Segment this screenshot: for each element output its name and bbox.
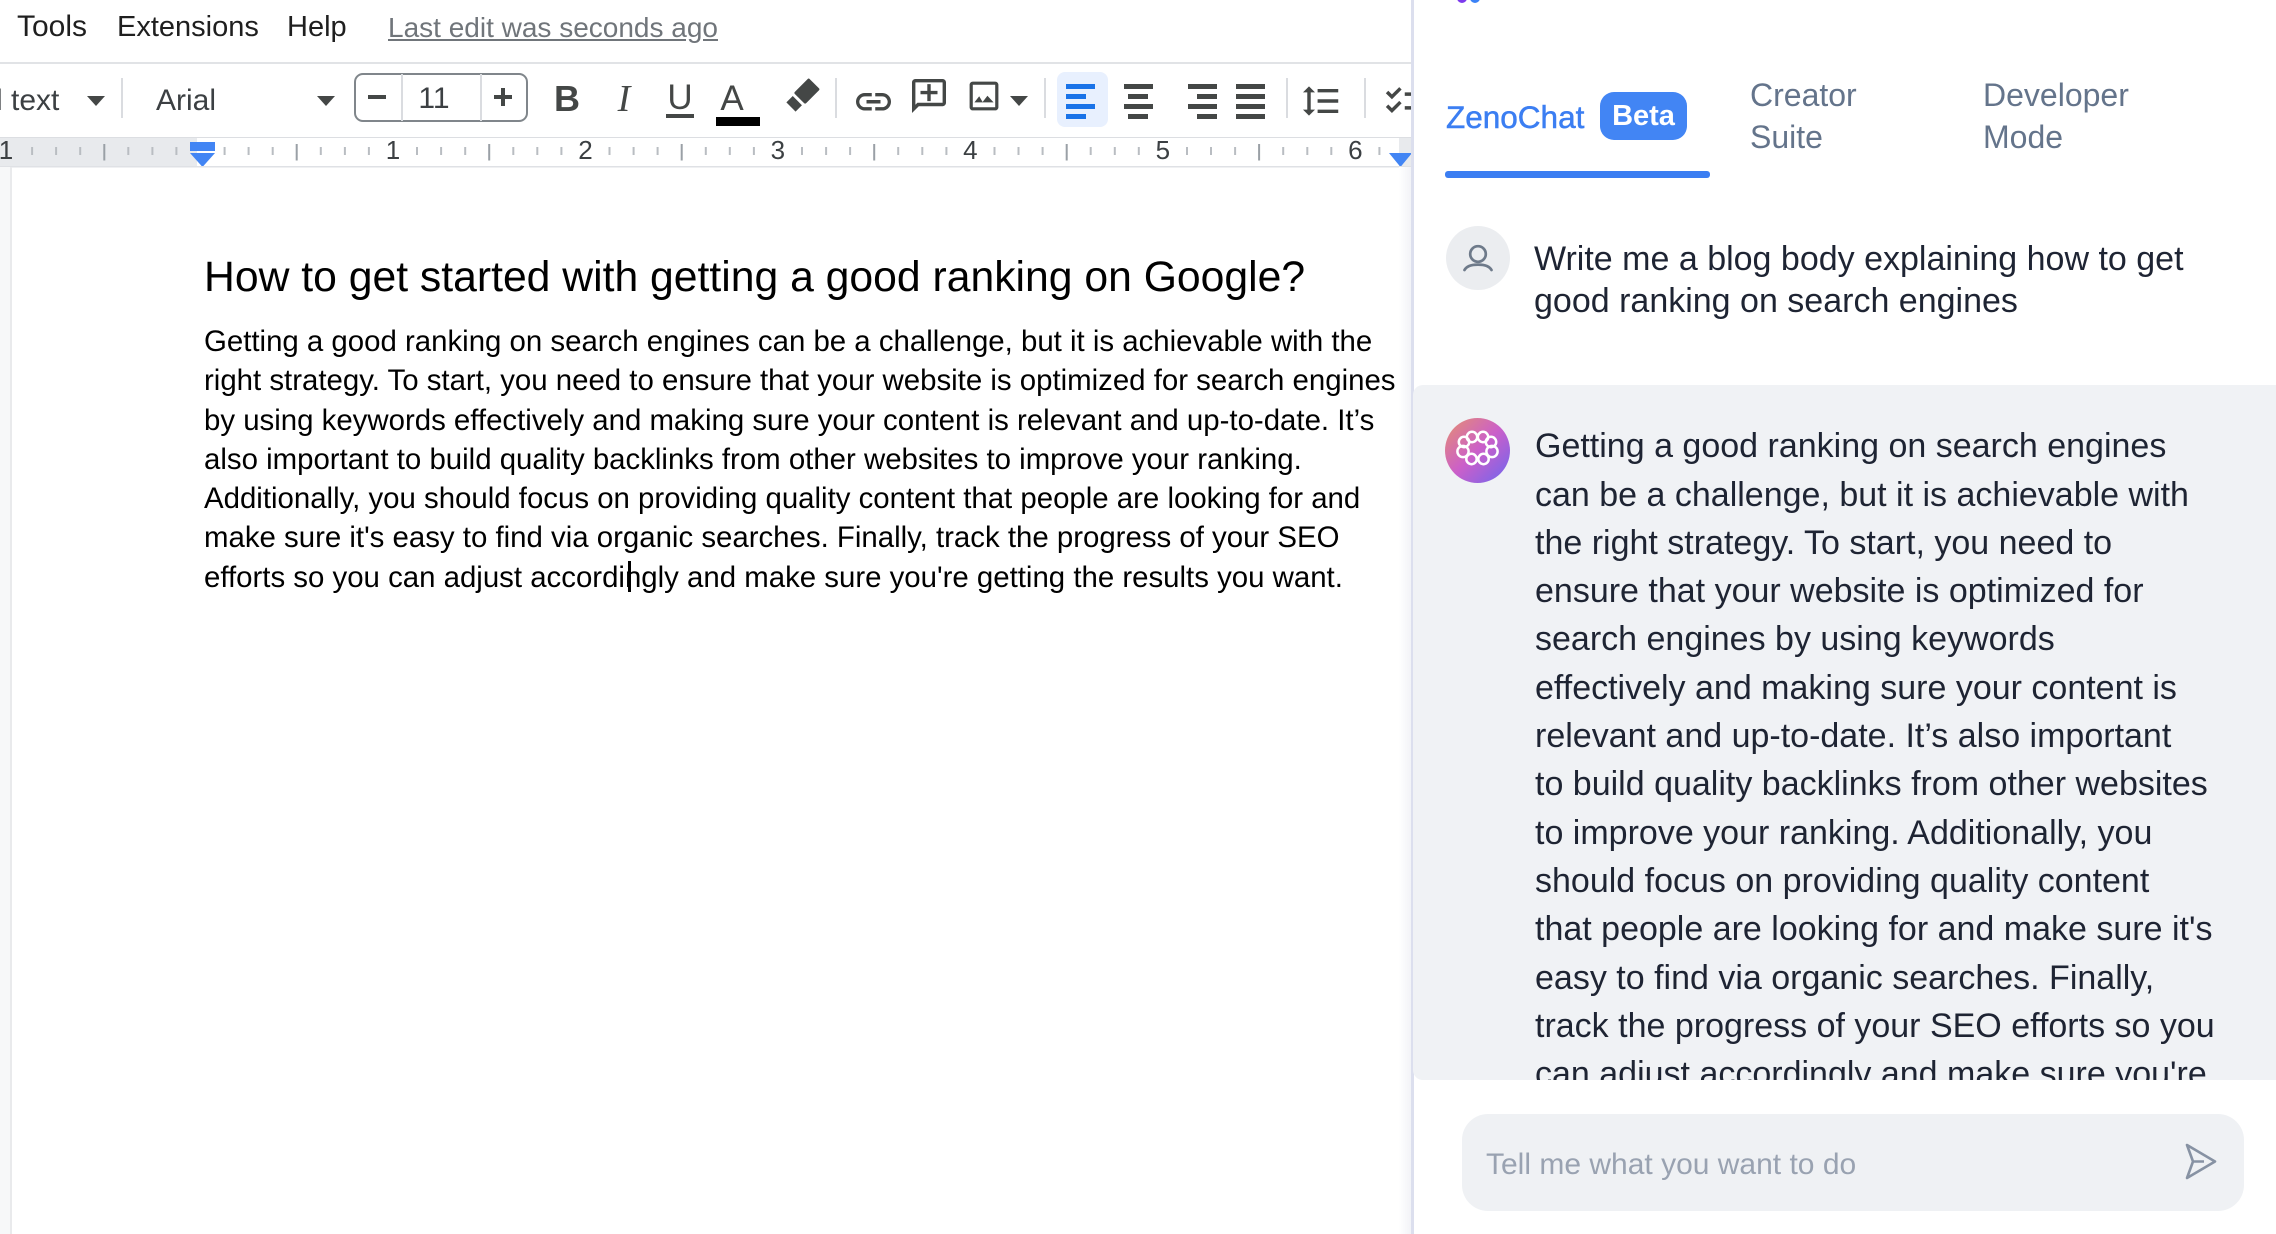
svg-text:5: 5 — [1156, 137, 1170, 165]
svg-text:2: 2 — [578, 137, 592, 165]
svg-text:4: 4 — [963, 137, 977, 165]
svg-text:3: 3 — [771, 137, 785, 165]
svg-text:B: B — [554, 78, 580, 119]
svg-text:11: 11 — [418, 82, 449, 115]
svg-text:Arial: Arial — [156, 84, 216, 117]
svg-text:U: U — [667, 78, 692, 117]
svg-text:l text: l text — [0, 84, 60, 117]
svg-text:I: I — [617, 78, 633, 120]
svg-text:1: 1 — [0, 137, 13, 165]
svg-text:6: 6 — [1348, 137, 1362, 165]
svg-text:1: 1 — [386, 137, 400, 165]
svg-text:A: A — [720, 79, 744, 118]
